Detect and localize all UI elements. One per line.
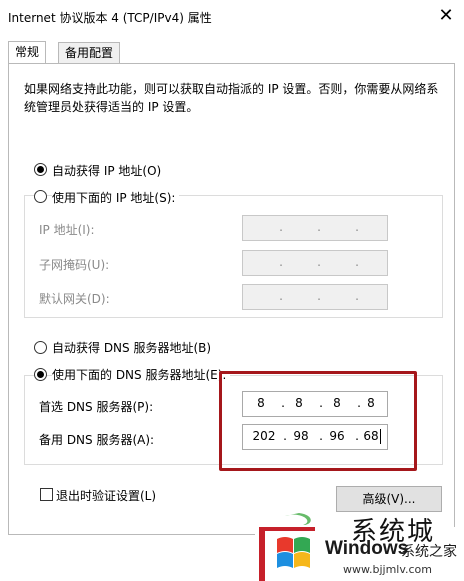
auto-dns-radio[interactable] <box>34 341 47 354</box>
manual-ip-radio[interactable] <box>34 190 47 203</box>
preferred-dns-label: 首选 DNS 服务器(P): <box>39 400 154 414</box>
subnet-mask-label: 子网掩码(U): <box>39 258 110 272</box>
close-icon[interactable]: ✕ <box>435 5 457 27</box>
ip-address-input: . . . <box>242 215 388 241</box>
manual-ip-label: 使用下面的 IP 地址(S): <box>52 189 180 206</box>
default-gateway-label: 默认网关(D): <box>39 292 110 306</box>
tab-general[interactable]: 常规 <box>8 41 47 65</box>
manual-dns-label: 使用下面的 DNS 服务器地址(E): <box>52 366 231 383</box>
advanced-button[interactable]: 高级(V)... <box>336 486 442 512</box>
watermark-site-name: 系统之家 <box>401 544 457 560</box>
validate-settings-label: 退出时验证设置(L) <box>56 489 157 503</box>
auto-ip-label: 自动获得 IP 地址(O) <box>52 164 162 178</box>
subnet-mask-input: . . . <box>242 250 388 276</box>
highlight-box <box>219 371 417 471</box>
window-title: Internet 协议版本 4 (TCP/IPv4) 属性 <box>8 11 212 25</box>
manual-dns-radio[interactable] <box>34 368 47 381</box>
watermark: 系统城 Windows 系统之家 www.bjjmlv.com <box>255 513 464 581</box>
watermark-brand: Windows <box>325 538 409 559</box>
auto-ip-radio[interactable] <box>34 163 47 176</box>
watermark-url: www.bjjmlv.com <box>343 563 432 576</box>
auto-dns-label: 自动获得 DNS 服务器地址(B) <box>52 341 212 355</box>
description-text: 如果网络支持此功能，则可以获取自动指派的 IP 设置。否则，你需要从网络系统管理… <box>24 82 439 114</box>
validate-settings-checkbox[interactable] <box>40 488 53 501</box>
alternate-dns-label: 备用 DNS 服务器(A): <box>39 433 155 447</box>
tab-alternate-config[interactable]: 备用配置 <box>58 42 121 64</box>
default-gateway-input: . . . <box>242 284 388 310</box>
ip-address-label: IP 地址(I): <box>39 223 95 237</box>
